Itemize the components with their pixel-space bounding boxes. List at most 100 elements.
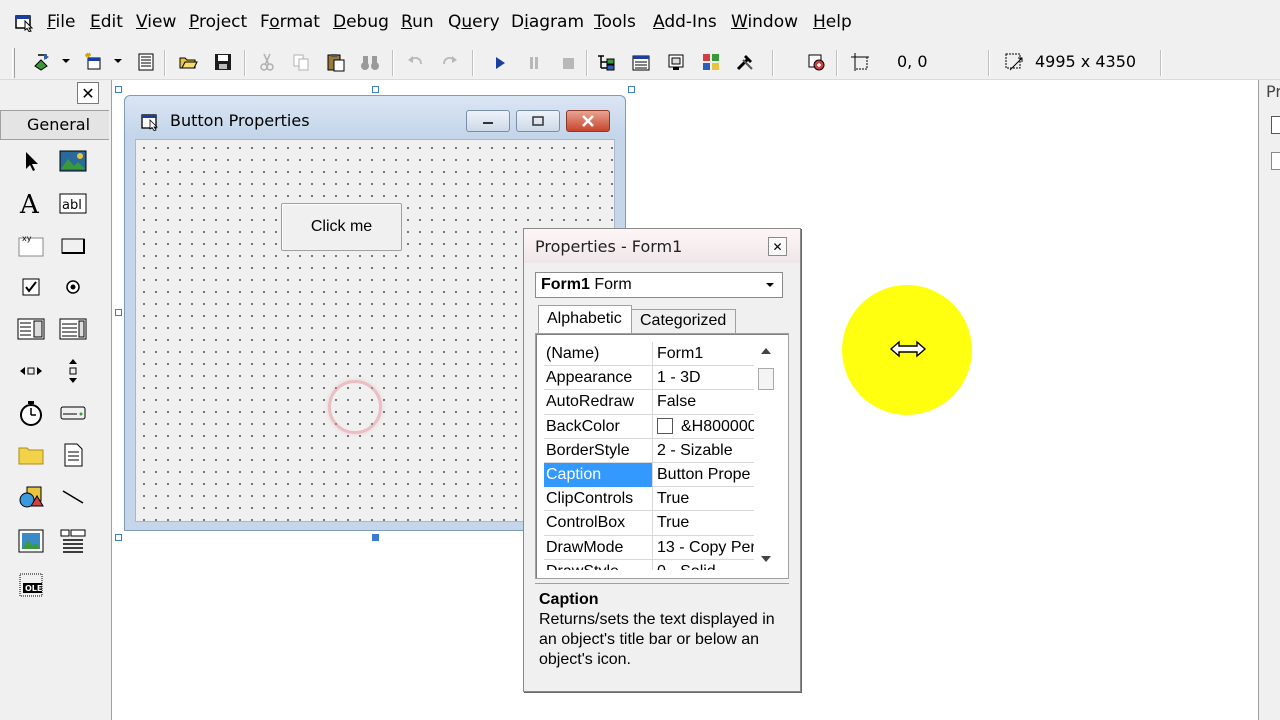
- tool-combobox[interactable]: [16, 314, 46, 344]
- tool-listbox[interactable]: [58, 314, 88, 344]
- property-row[interactable]: ClipControls True: [544, 487, 754, 512]
- properties-titlebar[interactable]: Properties - Form1 ✕: [524, 229, 800, 263]
- object-selector-combo[interactable]: Form1 Form: [535, 272, 783, 298]
- menu-add-ins[interactable]: Add-Ins: [653, 11, 717, 33]
- property-value[interactable]: 1 - 3D: [654, 366, 754, 390]
- redo-button[interactable]: [438, 50, 462, 74]
- property-row[interactable]: (Name) Form1: [544, 342, 754, 367]
- property-value[interactable]: 13 - Copy Pen: [654, 536, 754, 560]
- form-close-button[interactable]: [566, 110, 610, 132]
- break-button[interactable]: [522, 50, 546, 74]
- property-value[interactable]: False: [654, 390, 754, 414]
- property-row[interactable]: BackColor &H800000: [544, 414, 754, 439]
- resize-handle-top-right[interactable]: [628, 86, 635, 93]
- tool-picturebox[interactable]: [58, 146, 88, 176]
- tool-drivelistbox[interactable]: [58, 398, 88, 428]
- object-browser-button[interactable]: [699, 50, 723, 74]
- toolbox-tab-general[interactable]: General: [0, 110, 109, 140]
- properties-window-button[interactable]: [629, 50, 653, 74]
- menu-tools[interactable]: Tools: [594, 11, 636, 33]
- vb-app-icon[interactable]: [14, 12, 34, 32]
- tool-line[interactable]: [58, 482, 88, 512]
- tool-ole[interactable]: OLE: [16, 570, 46, 600]
- undo-button[interactable]: [403, 50, 427, 74]
- project-panel-toolbar-button[interactable]: [1271, 116, 1280, 134]
- chevron-down-icon[interactable]: [114, 56, 122, 66]
- toolbox-button[interactable]: [733, 50, 757, 74]
- menu-view[interactable]: View: [136, 11, 176, 33]
- resize-handle-top-left[interactable]: [115, 86, 122, 93]
- property-row[interactable]: ControlBox True: [544, 511, 754, 536]
- tool-timer[interactable]: [16, 398, 46, 428]
- menu-window[interactable]: Window: [731, 11, 798, 33]
- property-value[interactable]: True: [654, 511, 754, 535]
- tool-label[interactable]: A: [16, 188, 46, 218]
- add-project-button[interactable]: [30, 50, 54, 74]
- save-project-button[interactable]: [211, 50, 235, 74]
- scrollbar-thumb[interactable]: [758, 368, 774, 390]
- resize-handle-left[interactable]: [115, 309, 122, 316]
- tab-categorized[interactable]: Categorized: [632, 309, 736, 333]
- property-row[interactable]: BorderStyle 2 - Sizable: [544, 438, 754, 463]
- tool-dirlistbox[interactable]: [16, 440, 46, 470]
- cut-button[interactable]: [255, 50, 279, 74]
- property-row-selected[interactable]: Caption Button Prope: [544, 462, 754, 488]
- tool-textbox[interactable]: abl: [58, 188, 88, 218]
- tool-optionbutton[interactable]: [58, 272, 88, 302]
- tool-vscrollbar[interactable]: [58, 356, 88, 386]
- copy-button[interactable]: [289, 50, 313, 74]
- menu-help[interactable]: Help: [813, 11, 852, 33]
- find-button[interactable]: [358, 50, 382, 74]
- property-row[interactable]: DrawMode 13 - Copy Pen: [544, 535, 754, 560]
- property-row[interactable]: DrawStyle0 - Solid: [544, 559, 754, 570]
- form-titlebar[interactable]: Button Properties: [125, 96, 625, 136]
- menu-run[interactable]: Run: [401, 11, 434, 33]
- menu-project[interactable]: Project: [189, 11, 247, 33]
- property-grid[interactable]: (Name) Form1 Appearance 1 - 3D AutoRedraw F…: [535, 333, 789, 579]
- properties-close-button[interactable]: ✕: [768, 237, 787, 256]
- tool-shape[interactable]: [16, 482, 46, 512]
- data-view-button[interactable]: [804, 50, 828, 74]
- property-row[interactable]: Appearance 1 - 3D: [544, 366, 754, 391]
- paste-button[interactable]: [324, 50, 348, 74]
- properties-window[interactable]: Properties - Form1 ✕ Form1 Form Alphabet…: [523, 228, 801, 692]
- click-me-button[interactable]: Click me: [281, 203, 402, 251]
- property-value[interactable]: Button Prope: [654, 463, 754, 487]
- tool-hscrollbar[interactable]: [16, 356, 46, 386]
- property-grid-scrollbar[interactable]: [756, 342, 776, 570]
- property-value[interactable]: True: [654, 487, 754, 511]
- tool-frame[interactable]: xy: [16, 230, 46, 260]
- form-minimize-button[interactable]: [466, 110, 510, 132]
- start-button[interactable]: [488, 50, 512, 74]
- property-row[interactable]: AutoRedraw False: [544, 390, 754, 415]
- tab-alphabetic[interactable]: Alphabetic: [538, 305, 632, 333]
- property-value[interactable]: 0 - Solid: [654, 560, 754, 570]
- form-layout-button[interactable]: [664, 50, 688, 74]
- menu-debug[interactable]: Debug: [333, 11, 389, 33]
- resize-handle-bottom[interactable]: [372, 534, 379, 541]
- menu-query[interactable]: Query: [448, 11, 500, 33]
- scroll-up-icon[interactable]: [760, 346, 772, 356]
- tool-data[interactable]: [58, 526, 88, 556]
- property-value[interactable]: Form1: [654, 342, 754, 366]
- open-project-button[interactable]: [176, 50, 200, 74]
- chevron-down-icon[interactable]: [62, 56, 70, 66]
- menu-edit[interactable]: Edit: [90, 11, 123, 33]
- form-maximize-button[interactable]: [516, 110, 560, 132]
- tool-checkbox[interactable]: [16, 272, 46, 302]
- add-form-button[interactable]: [82, 50, 106, 74]
- project-tree[interactable]: [1271, 152, 1280, 170]
- project-explorer-button[interactable]: [594, 50, 618, 74]
- resize-handle-bottom-left[interactable]: [115, 534, 122, 541]
- property-value[interactable]: 2 - Sizable: [654, 439, 754, 463]
- tool-commandbutton[interactable]: [58, 230, 88, 260]
- property-value-color[interactable]: &H800000: [654, 415, 754, 439]
- menu-editor-button[interactable]: [134, 50, 158, 74]
- toolbar-grip[interactable]: [12, 48, 15, 78]
- menu-file[interactable]: File: [47, 11, 75, 33]
- menu-diagram[interactable]: Diagram: [511, 11, 584, 33]
- tool-pointer[interactable]: [16, 146, 46, 176]
- toolbox-close-button[interactable]: ✕: [77, 82, 99, 104]
- scroll-down-icon[interactable]: [760, 554, 772, 564]
- tool-filelistbox[interactable]: [58, 440, 88, 470]
